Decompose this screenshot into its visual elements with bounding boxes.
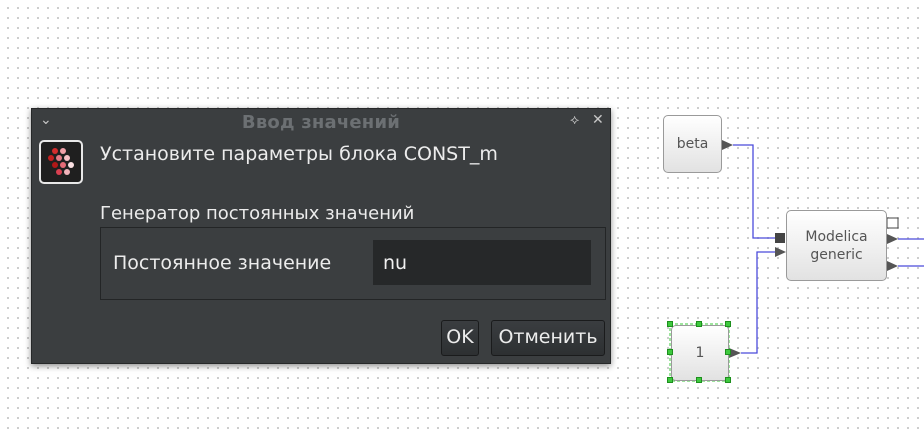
selection-handle[interactable]	[667, 349, 673, 355]
close-icon[interactable]: ✕	[592, 112, 604, 128]
link-const-to-modelica[interactable]	[741, 251, 775, 354]
const-block[interactable]: 1	[671, 325, 729, 381]
modelica-output-port-1[interactable]	[887, 234, 898, 244]
modelica-block-label-line2: generic	[810, 246, 863, 263]
value-input-dialog: ⌄ Ввод значений ⟡ ✕ Установите параметры…	[31, 108, 611, 364]
constant-value-label: Постоянное значение	[113, 252, 332, 274]
modelica-output-port-square[interactable]	[886, 217, 899, 229]
ok-button[interactable]: OK	[441, 320, 479, 356]
selection-handle[interactable]	[696, 321, 702, 327]
selection-handle[interactable]	[667, 321, 673, 327]
selection-handle[interactable]	[725, 349, 731, 355]
selection-handle[interactable]	[696, 377, 702, 383]
section-label: Генератор постоянных значений	[100, 203, 415, 224]
modelica-input-port-1[interactable]	[775, 233, 785, 243]
constant-value-input[interactable]	[373, 240, 591, 285]
beta-block-label: beta	[676, 136, 709, 152]
parameters-group: Постоянное значение	[100, 227, 606, 300]
cancel-button[interactable]: Отменить	[491, 320, 605, 356]
const-block-label: 1	[695, 345, 705, 361]
modelica-input-port-2[interactable]	[775, 247, 786, 257]
dialog-title: Ввод значений	[241, 112, 401, 133]
beta-block[interactable]: beta	[663, 115, 722, 173]
scilab-app-icon	[39, 140, 83, 184]
selection-handle[interactable]	[725, 321, 731, 327]
dialog-heading: Установите параметры блока CONST_m	[100, 143, 498, 165]
selection-handle[interactable]	[667, 377, 673, 383]
link-beta-to-modelica[interactable]	[733, 144, 775, 239]
modelica-generic-block[interactable]: Modelica generic	[786, 210, 887, 281]
dialog-titlebar[interactable]: ⌄ Ввод значений ⟡ ✕	[32, 109, 610, 135]
selection-handle[interactable]	[725, 377, 731, 383]
beta-output-port[interactable]	[722, 140, 733, 150]
pin-icon[interactable]: ⟡	[570, 112, 579, 128]
modelica-output-port-2[interactable]	[887, 261, 898, 271]
modelica-block-label-line1: Modelica	[805, 228, 868, 245]
